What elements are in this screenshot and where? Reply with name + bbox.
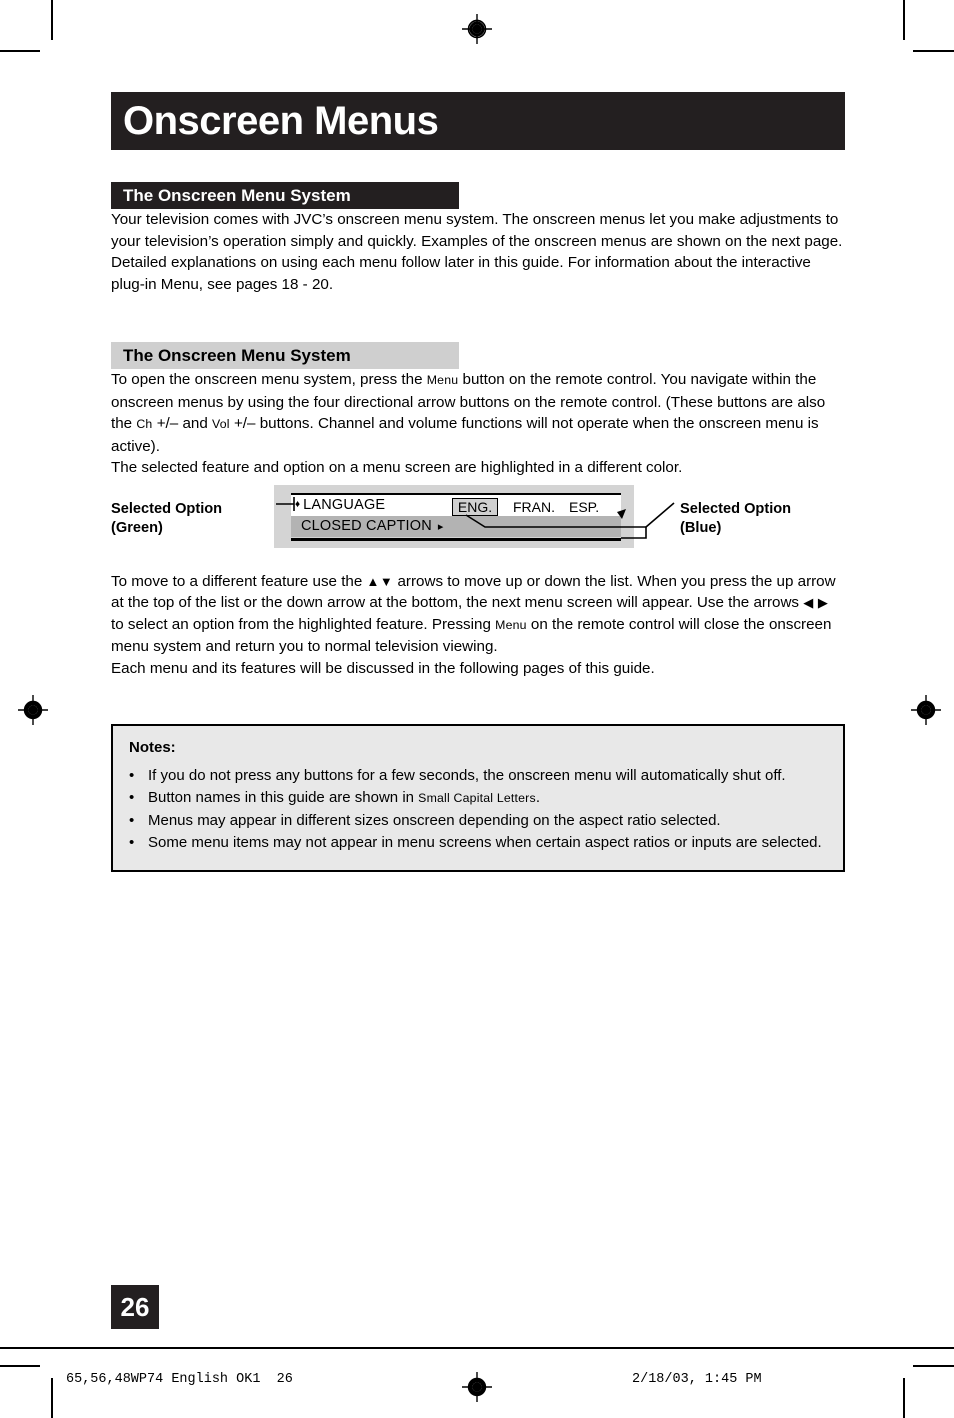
footer-divider [0, 1347, 954, 1349]
footer-right-text: 2/18/03, 1:45 PM [632, 1372, 762, 1387]
move-para-text-3: to select an option from the highlighted… [111, 615, 496, 633]
crop-mark-top-right-vertical [903, 0, 905, 40]
figure-leader-lines [276, 496, 675, 539]
registration-mark-bottom [462, 1372, 492, 1402]
crop-mark-top-left-vertical [51, 0, 53, 40]
note-item: • If you do not press any buttons for a … [129, 765, 827, 786]
up-down-arrows-icon: ▲▼ [366, 573, 394, 589]
page-canvas: Onscreen Menus The Onscreen Menu System … [0, 0, 954, 1418]
page-number: 26 [120, 1291, 150, 1322]
section-heading-dark-label: The Onscreen Menu System [123, 185, 351, 205]
left-right-arrows-icon: ◀ ▶ [803, 595, 829, 610]
crop-mark-bottom-right-horizontal [913, 1365, 954, 1367]
page-number-badge: 26 [111, 1285, 159, 1329]
section-heading-gray-label: The Onscreen Menu System [123, 345, 351, 365]
note-text-after: . [535, 789, 540, 806]
page-title: Onscreen Menus [123, 99, 439, 143]
notes-title: Notes: [129, 739, 176, 756]
crop-mark-top-right-horizontal [913, 50, 954, 52]
note-bullet-icon: • [129, 767, 135, 784]
note-bullet-icon: • [129, 789, 135, 806]
note-item: • Some menu items may not appear in menu… [129, 832, 827, 853]
move-para-text-1: To move to a different feature use the [111, 572, 367, 590]
section-heading-onscreen-menu-system-gray: The Onscreen Menu System [111, 342, 459, 369]
footer-left-text: 65,56,48WP74 English OK1 26 [66, 1372, 293, 1387]
selected-feature-paragraph: The selected feature and option on a men… [111, 459, 683, 476]
note-text: If you do not press any buttons for a fe… [148, 767, 786, 784]
registration-mark-right [911, 695, 941, 725]
open-para-text-3: +/– and [152, 415, 213, 432]
open-menu-paragraph: To open the onscreen menu system, press … [111, 369, 845, 457]
menu-button-name-2: Menu [495, 617, 527, 632]
crop-mark-bottom-left-horizontal [0, 1365, 40, 1367]
note-bullet-icon: • [129, 834, 135, 851]
menu-button-name: Menu [426, 373, 459, 387]
crop-mark-bottom-left-vertical [51, 1378, 53, 1418]
ch-button-name: Ch [136, 417, 153, 431]
note-bullet-icon: • [129, 812, 135, 829]
note-text: Menus may appear in different sizes onsc… [148, 812, 721, 829]
notes-box: Notes: • If you do not press any buttons… [111, 724, 845, 872]
section-heading-onscreen-menu-system-dark: The Onscreen Menu System [111, 182, 459, 209]
vol-button-name: Vol [212, 417, 230, 431]
content-column: Onscreen Menus The Onscreen Menu System … [111, 0, 845, 872]
open-para-text-1: To open the onscreen menu system, press … [111, 371, 427, 388]
note-smallcaps: Small Capital Letters [418, 791, 536, 805]
each-menu-paragraph: Each menu and its features will be discu… [111, 659, 655, 677]
move-feature-paragraph: To move to a different feature use the ▲… [111, 571, 845, 658]
registration-mark-left [18, 695, 48, 725]
intro-paragraph: Your television comes with JVC’s onscree… [111, 211, 843, 293]
note-text-before: Button names in this guide are shown in [148, 789, 419, 806]
page-title-bar: Onscreen Menus [111, 92, 845, 150]
note-item: • Menus may appear in different sizes on… [129, 810, 827, 831]
crop-mark-top-left-horizontal [0, 50, 40, 52]
note-text: Some menu items may not appear in menu s… [148, 834, 822, 851]
note-text: Button names in this guide are shown in … [148, 787, 827, 809]
onscreen-menu-figure: Selected Option (Green) Selected Option … [111, 484, 845, 571]
note-item: • Button names in this guide are shown i… [129, 787, 827, 809]
crop-mark-bottom-right-vertical [903, 1378, 905, 1418]
